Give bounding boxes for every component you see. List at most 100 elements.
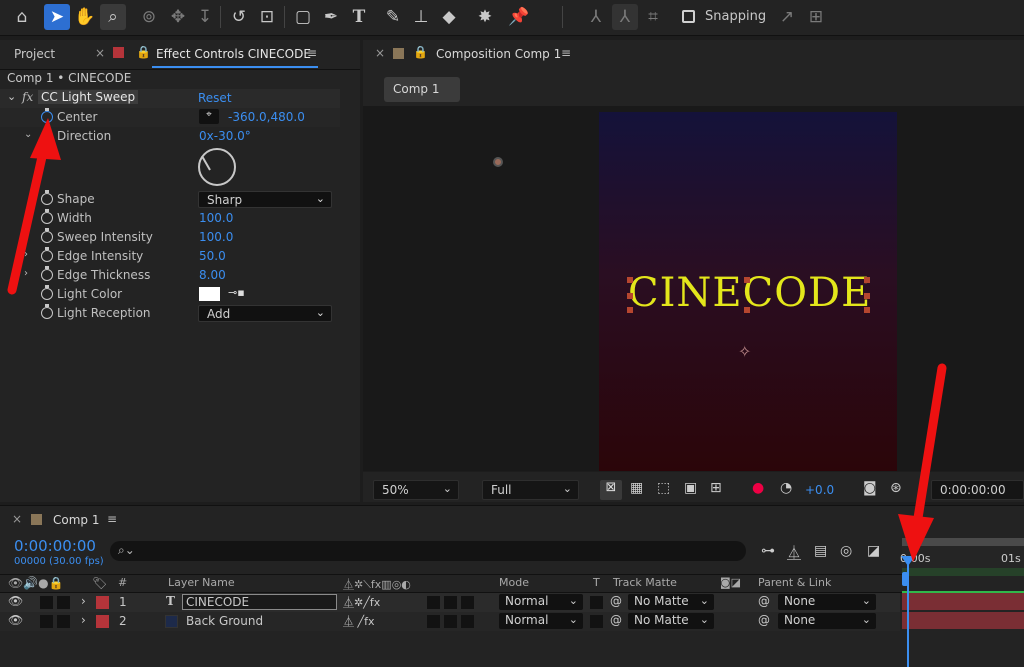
preserve-transparency-toggle[interactable] — [590, 596, 603, 609]
stopwatch-icon[interactable] — [41, 285, 53, 300]
tab-timeline[interactable]: Comp 1 — [53, 513, 99, 527]
anchor-point-icon[interactable] — [493, 157, 503, 167]
lock-toggle[interactable] — [57, 596, 70, 609]
pickwhip-icon[interactable]: @ — [610, 594, 622, 608]
layer-duration-bar[interactable] — [902, 593, 1024, 610]
graph-editor-icon[interactable]: ◪ — [867, 543, 880, 559]
reset-exposure-icon[interactable]: ◔ — [780, 480, 792, 496]
timeline-timecode[interactable]: 0:00:00:00 — [14, 537, 96, 555]
mask-visibility-icon[interactable]: ⬚ — [657, 480, 670, 496]
label-color-swatch[interactable] — [96, 615, 109, 628]
close-tab-icon[interactable]: × — [12, 512, 22, 526]
comp-timecode[interactable]: 0:00:00:00 — [931, 480, 1024, 500]
dolly-camera-icon[interactable]: ↧ — [192, 4, 218, 30]
fx-icon[interactable]: fx — [22, 90, 33, 104]
light-reception-dropdown[interactable]: Add ⌄ — [198, 305, 332, 322]
switches-icons[interactable]: ⏅ ╱fx — [343, 613, 375, 629]
property-value[interactable]: 100.0 — [199, 230, 233, 244]
search-input[interactable]: ⌕⌄ — [110, 541, 746, 561]
draft-3d-icon[interactable]: ⏅ — [787, 543, 801, 563]
transparency-grid-icon[interactable]: ▦ — [630, 480, 643, 496]
crosshair-icon[interactable]: ⌖ — [199, 109, 219, 124]
track-matte-dropdown[interactable]: No Matte ⌄ — [628, 613, 714, 629]
stopwatch-icon[interactable] — [41, 108, 53, 123]
tab-composition[interactable]: Composition Comp 1 — [436, 47, 561, 61]
bounding-handle[interactable] — [627, 293, 633, 299]
switch-box[interactable] — [444, 615, 457, 628]
eye-icon[interactable]: 👁 — [8, 594, 23, 608]
eye-icon[interactable]: 👁 — [8, 613, 23, 627]
layer-row[interactable]: 👁 › 2 Back Ground ⏅ ╱fx Normal ⌄ @ No Mat… — [0, 612, 900, 631]
bounding-handle[interactable] — [627, 307, 633, 313]
rectangle-tool-icon[interactable]: ▢ — [290, 4, 316, 30]
region-of-interest-icon[interactable]: ▣ — [684, 480, 697, 496]
stopwatch-icon[interactable] — [41, 190, 53, 205]
frame-blending-icon[interactable]: ◎ — [840, 543, 852, 559]
color-channels-icon[interactable]: ● — [752, 480, 764, 496]
panel-menu-icon[interactable]: ≡ — [307, 46, 317, 60]
close-tab-icon[interactable]: × — [95, 46, 105, 60]
pan-behind-icon[interactable]: ⊡ — [254, 4, 280, 30]
layer-name[interactable]: CINECODE — [182, 594, 337, 610]
switch-box[interactable] — [461, 596, 474, 609]
tab-effect-controls[interactable]: Effect Controls CINECODE — [156, 47, 311, 61]
comp-mini-flowchart-icon[interactable]: ⊶ — [761, 543, 775, 559]
puppet-pin-icon[interactable]: 📌 — [506, 4, 532, 30]
layer-name[interactable]: Back Ground — [186, 614, 263, 628]
rotation-tool-icon[interactable]: ↺ — [226, 4, 252, 30]
switch-box[interactable] — [444, 596, 457, 609]
lock-toggle[interactable] — [57, 615, 70, 628]
bounding-handle[interactable] — [864, 277, 870, 283]
reset-link[interactable]: Reset — [198, 91, 232, 105]
angle-dial[interactable] — [198, 148, 236, 186]
property-value[interactable]: -360.0,480.0 — [228, 110, 305, 124]
axis-view-icon[interactable]: ⌗ — [640, 4, 666, 30]
bounding-handle[interactable] — [864, 307, 870, 313]
bounding-handle[interactable] — [744, 307, 750, 313]
solo-toggle[interactable] — [40, 596, 53, 609]
axis-world-icon[interactable]: ⅄ — [612, 4, 638, 30]
clone-stamp-icon[interactable]: ⊥ — [408, 4, 434, 30]
panel-menu-icon[interactable]: ≡ — [107, 512, 117, 526]
label-tag-icon[interactable]: 🏷 — [92, 576, 107, 590]
bounding-handle[interactable] — [744, 277, 750, 283]
property-value[interactable]: 8.00 — [199, 268, 226, 282]
close-tab-icon[interactable]: × — [375, 46, 385, 60]
mode-dropdown[interactable]: Normal ⌄ — [499, 613, 583, 629]
chevron-right-icon[interactable]: › — [81, 613, 86, 627]
parent-pickwhip-icon[interactable]: @ — [758, 613, 770, 627]
property-value[interactable]: 100.0 — [199, 211, 233, 225]
layer-row[interactable]: 👁 › 1 T CINECODE ⏅✲╱fx Normal ⌄ @ No Matt… — [0, 593, 900, 612]
fast-previews-icon[interactable]: ⊠ — [600, 480, 622, 500]
resolution-dropdown[interactable]: Full ⌄ — [482, 480, 579, 500]
eraser-icon[interactable]: ◆ — [436, 4, 462, 30]
roto-brush-icon[interactable]: ✸ — [472, 4, 498, 30]
grid-guides-icon[interactable]: ⊞ — [710, 480, 722, 496]
eyedropper-icon[interactable]: ⊸▪ — [228, 286, 248, 301]
bounding-handle[interactable] — [864, 293, 870, 299]
stopwatch-icon[interactable] — [41, 247, 53, 262]
switches-icons[interactable]: ⏅✲╱fx — [343, 594, 380, 610]
light-color-swatch[interactable] — [199, 287, 220, 301]
stopwatch-icon[interactable] — [41, 127, 53, 142]
playhead-handle[interactable] — [901, 556, 915, 566]
zoom-dropdown[interactable]: 50% ⌄ — [373, 480, 459, 500]
property-value[interactable]: 0x-30.0° — [199, 129, 251, 143]
mode-dropdown[interactable]: Normal ⌄ — [499, 594, 583, 610]
snapshot-icon[interactable]: ◙ — [863, 480, 877, 496]
shape-dropdown[interactable]: Sharp ⌄ — [198, 191, 332, 208]
stopwatch-icon[interactable] — [41, 304, 53, 319]
snap-edges-icon[interactable]: ↗ — [774, 4, 800, 30]
light-sweep-center-icon[interactable]: ✧ — [738, 342, 751, 361]
chevron-right-icon[interactable]: › — [24, 249, 28, 260]
pickwhip-icon[interactable]: @ — [610, 613, 622, 627]
stopwatch-icon[interactable] — [41, 266, 53, 281]
solo-toggle[interactable] — [40, 615, 53, 628]
shy-layers-icon[interactable]: ▤ — [814, 543, 827, 559]
parent-dropdown[interactable]: None ⌄ — [778, 594, 876, 610]
selection-tool-icon[interactable]: ➤ — [44, 4, 70, 30]
snap-grid-icon[interactable]: ⊞ — [803, 4, 829, 30]
parent-pickwhip-icon[interactable]: @ — [758, 594, 770, 608]
stopwatch-icon[interactable] — [41, 228, 53, 243]
brush-tool-icon[interactable]: ✎ — [380, 4, 406, 30]
